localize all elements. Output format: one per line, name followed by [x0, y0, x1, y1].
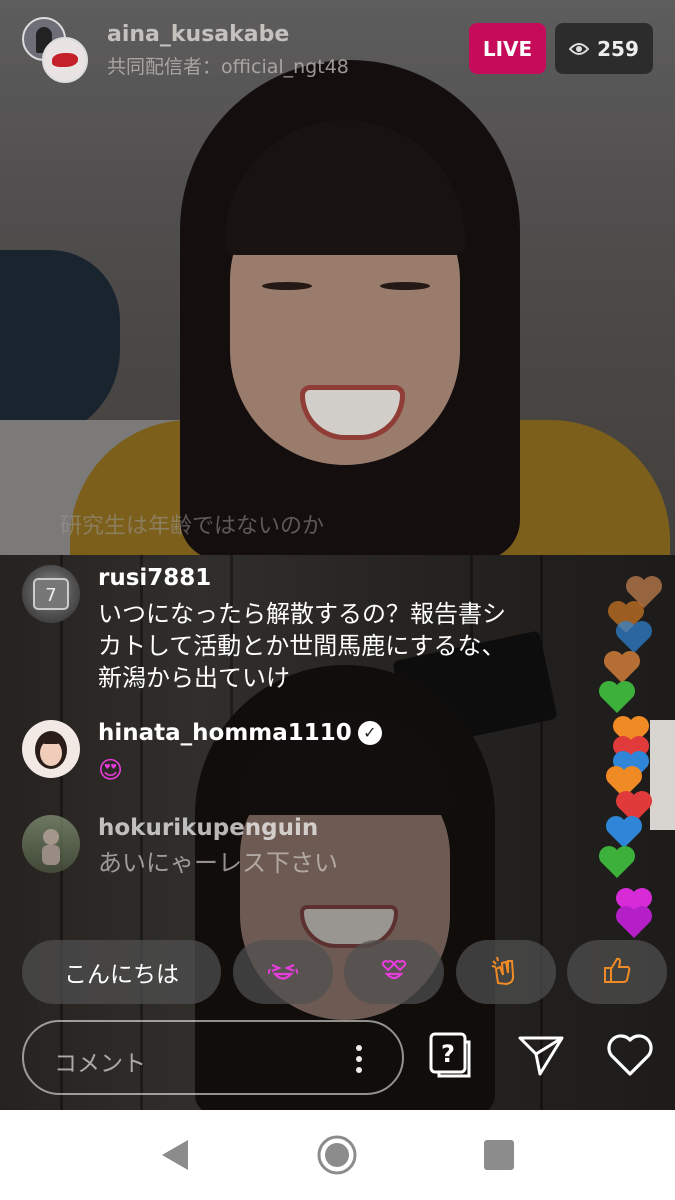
host-avatars[interactable]: [22, 17, 88, 83]
heart-eyes-emoji-icon: [379, 957, 409, 987]
comment-username[interactable]: hinata_homma1110 ✓: [98, 720, 382, 746]
heart-icon: [599, 681, 635, 713]
svg-text:7: 7: [45, 585, 56, 606]
comment-text: いつになったら解散するの？報告書シ カトして活動とか世間馬鹿にするな、 新潟から…: [98, 600, 506, 692]
comment-item: hinata_homma1110 ✓ 😍: [22, 720, 582, 790]
heart-icon: [604, 651, 640, 683]
quick-reply-hello[interactable]: こんにちは: [22, 940, 221, 1004]
comment-text: あいにゃーレス下さい: [98, 849, 338, 877]
live-badge: LIVE: [469, 23, 546, 74]
thumbs-up-icon: [602, 956, 632, 988]
floating-hearts: [595, 575, 665, 945]
laughing-emoji-icon: [267, 957, 299, 987]
home-icon[interactable]: [316, 1134, 358, 1180]
recent-apps-icon[interactable]: [484, 1140, 514, 1170]
heart-icon[interactable]: [604, 1030, 654, 1080]
svg-text:?: ?: [441, 1040, 455, 1068]
back-icon[interactable]: [160, 1138, 190, 1176]
cohost-label[interactable]: 共同配信者：official_ngt48: [107, 52, 349, 79]
quick-reply-thumbs-up[interactable]: [567, 940, 667, 1004]
heart-icon: [599, 846, 635, 878]
viewer-count: 259: [597, 36, 639, 61]
verified-badge-icon: ✓: [357, 721, 382, 745]
comment-item: 7 rusi7881 いつになったら解散するの？報告書シ カトして活動とか世間馬…: [22, 565, 582, 692]
heart-icon: [616, 621, 652, 653]
question-box-icon[interactable]: ?: [427, 1030, 477, 1080]
send-icon[interactable]: [516, 1030, 566, 1080]
more-options-icon[interactable]: [354, 1040, 364, 1078]
heart-icon: [606, 816, 642, 848]
clapping-hands-icon: [490, 955, 522, 989]
system-nav-bar: [0, 1110, 675, 1200]
comment-input[interactable]: コメント: [22, 1020, 404, 1095]
commenter-avatar[interactable]: [22, 720, 80, 778]
quick-reply-laugh[interactable]: [233, 940, 333, 1004]
quick-reply-heart-eyes[interactable]: [344, 940, 444, 1004]
quick-reply-clap[interactable]: [456, 940, 556, 1004]
comment-placeholder: コメント: [54, 1051, 146, 1077]
comment-username[interactable]: hokurikupenguin: [98, 815, 318, 841]
commenter-avatar[interactable]: 7: [22, 565, 80, 623]
cohost-avatar[interactable]: [42, 37, 88, 83]
comment-item: hokurikupenguin あいにゃーレス下さい: [22, 815, 582, 885]
heart-icon: [616, 906, 652, 938]
comment-username[interactable]: rusi7881: [98, 565, 211, 591]
eye-icon: [568, 37, 590, 61]
faded-comment: 研究生は年齢ではないのか: [60, 514, 325, 539]
live-header: aina_kusakabe 共同配信者：official_ngt48 LIVE …: [0, 0, 675, 90]
host-username[interactable]: aina_kusakabe: [107, 22, 289, 47]
comment-text: 😍: [98, 756, 124, 784]
viewer-count-badge[interactable]: 259: [555, 23, 653, 74]
commenter-avatar[interactable]: [22, 815, 80, 873]
